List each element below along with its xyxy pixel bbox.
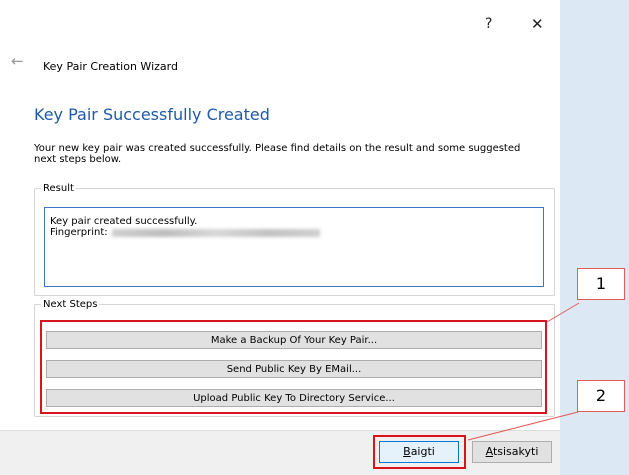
result-status-text: Key pair created successfully.	[50, 216, 198, 227]
close-icon[interactable]: ✕	[531, 15, 544, 33]
page-description: Your new key pair was created successful…	[34, 143, 521, 165]
backup-key-pair-button[interactable]: Make a Backup Of Your Key Pair...	[46, 331, 542, 349]
upload-public-key-directory-button[interactable]: Upload Public Key To Directory Service..…	[46, 389, 542, 407]
callout-2: 2	[577, 380, 625, 412]
next-steps-group-label: Next Steps	[43, 299, 98, 310]
wizard-title: Key Pair Creation Wizard	[43, 60, 178, 73]
finish-button[interactable]: Baigti	[379, 441, 459, 463]
finish-label: aigti	[410, 445, 435, 458]
help-icon[interactable]: ?	[485, 16, 492, 32]
cancel-access-key: A	[485, 445, 493, 458]
callout-1: 1	[577, 268, 625, 300]
dialog-footer: Baigti Atsisakyti	[0, 430, 560, 475]
finish-access-key: B	[403, 445, 411, 458]
send-public-key-email-button[interactable]: Send Public Key By EMail...	[46, 360, 542, 378]
result-text-area[interactable]: Key pair created successfully. Fingerpri…	[44, 207, 544, 287]
cancel-button[interactable]: Atsisakyti	[472, 441, 552, 463]
fingerprint-label: Fingerprint:	[50, 227, 108, 238]
key-pair-wizard-dialog: ? ✕ ← Key Pair Creation Wizard Key Pair …	[0, 0, 560, 475]
result-group-label: Result	[43, 183, 74, 194]
back-arrow-icon[interactable]: ←	[11, 52, 24, 70]
cancel-label: tsisakyti	[492, 445, 539, 458]
fingerprint-value-redacted	[112, 229, 320, 237]
page-heading: Key Pair Successfully Created	[34, 105, 270, 124]
